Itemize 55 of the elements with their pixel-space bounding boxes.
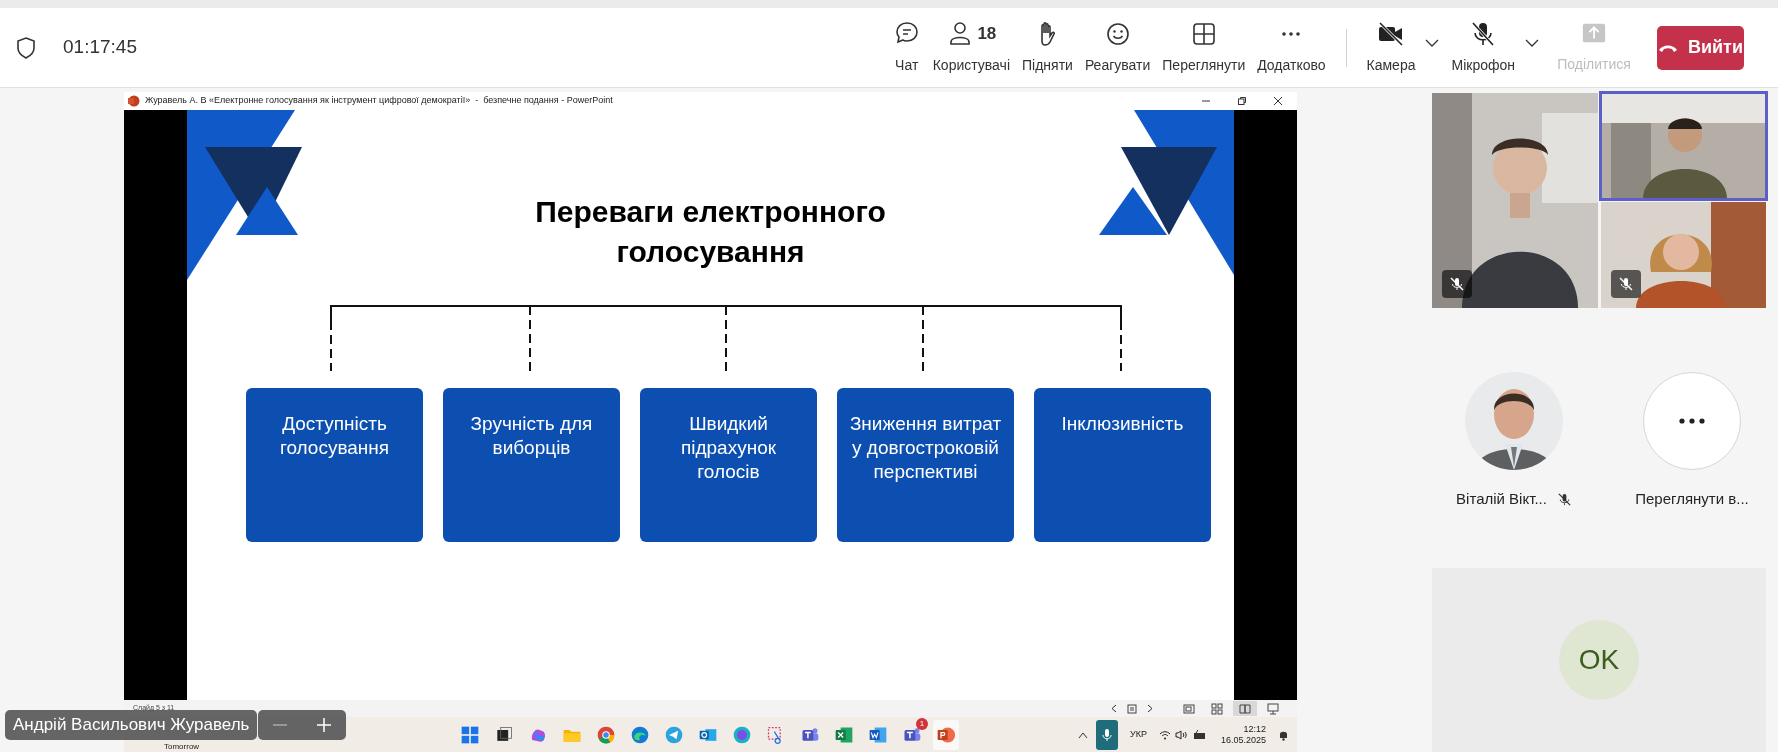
chrome-icon[interactable] bbox=[596, 724, 616, 745]
restore-icon[interactable] bbox=[1237, 96, 1247, 106]
shield-icon bbox=[15, 35, 37, 60]
zoom-in-icon[interactable] bbox=[316, 717, 332, 733]
initials-avatar: OK bbox=[1559, 620, 1639, 700]
slide-box: Швидкий підрахунок голосів bbox=[640, 388, 817, 542]
toolbar-button[interactable]: Мікрофон bbox=[1451, 55, 1515, 76]
toolbar-button[interactable]: Підняти bbox=[1022, 55, 1073, 76]
participant-name: Переглянути в... bbox=[1635, 489, 1749, 509]
normal-view-icon[interactable] bbox=[1183, 702, 1195, 715]
weather-widget-text[interactable]: Tomorrow bbox=[164, 742, 200, 751]
slide-box: Доступність голосування bbox=[246, 388, 423, 542]
edge-icon[interactable] bbox=[630, 724, 650, 745]
notification-badge: 1 bbox=[916, 717, 928, 730]
leave-button[interactable]: Вийти bbox=[1657, 25, 1744, 70]
close-icon[interactable] bbox=[1273, 96, 1283, 106]
view-reading-button[interactable] bbox=[1233, 701, 1257, 716]
toolbar-button[interactable]: Користувачі bbox=[932, 55, 1010, 76]
language-indicator[interactable]: УКР bbox=[1130, 727, 1147, 742]
wifi-icon[interactable] bbox=[1158, 729, 1171, 740]
notes-icon[interactable] bbox=[1127, 703, 1137, 714]
toolbar-button[interactable]: Реагувати bbox=[1084, 55, 1151, 76]
chevron-down-icon[interactable] bbox=[1525, 39, 1539, 47]
clock-date[interactable]: 16.05.2025 bbox=[1220, 734, 1266, 746]
previous-icon[interactable] bbox=[1111, 704, 1117, 713]
window-title: Журавель А. В «Електронне голосування як інструмент цифрової демократії» - безпечне подання - PowerPoint bbox=[145, 94, 613, 108]
toolbar-button[interactable]: Камера bbox=[1366, 55, 1416, 76]
toolbar-button[interactable]: Додатково bbox=[1257, 55, 1326, 76]
camera-off-icon[interactable] bbox=[1377, 20, 1405, 48]
circle-logo-icon[interactable] bbox=[732, 724, 752, 745]
powerpoint-logo-icon bbox=[128, 95, 140, 107]
speaker-icon[interactable] bbox=[1174, 729, 1187, 740]
slideshow-view-icon[interactable] bbox=[1267, 702, 1279, 715]
participant-count: 18 bbox=[977, 23, 997, 46]
slide-box: Зручність для виборців bbox=[443, 388, 620, 542]
slide-title: Переваги електронного голосування bbox=[534, 194, 887, 270]
more-icon[interactable] bbox=[1679, 418, 1705, 424]
paper-plane-icon[interactable] bbox=[664, 724, 684, 745]
meeting-timer: 01:17:45 bbox=[63, 35, 137, 60]
microphone-icon[interactable] bbox=[1102, 727, 1112, 742]
windows-logo-icon[interactable] bbox=[460, 724, 480, 745]
battery-icon[interactable] bbox=[1192, 729, 1207, 740]
chevron-down-icon[interactable] bbox=[1425, 39, 1440, 47]
clock-time[interactable]: 12:12 bbox=[1243, 723, 1266, 735]
mic-button[interactable] bbox=[1096, 719, 1118, 750]
next-icon[interactable] bbox=[1147, 704, 1153, 713]
participant-name: Віталій Вікт... bbox=[1456, 489, 1547, 509]
slide-box: Інклюзивність bbox=[1034, 388, 1211, 542]
sorter-view-icon[interactable] bbox=[1211, 702, 1223, 715]
presenter-name-label: Андрій Васильович Журавель bbox=[5, 710, 258, 740]
toolbar-button[interactable]: Чат bbox=[895, 55, 919, 76]
reading-view-icon[interactable] bbox=[1239, 702, 1251, 715]
toolbar-button[interactable]: Переглянути bbox=[1162, 55, 1246, 76]
chevron-up-icon[interactable] bbox=[1078, 730, 1088, 739]
slide-box: Зниження витрат у довгостроковій перспективі bbox=[837, 388, 1014, 542]
